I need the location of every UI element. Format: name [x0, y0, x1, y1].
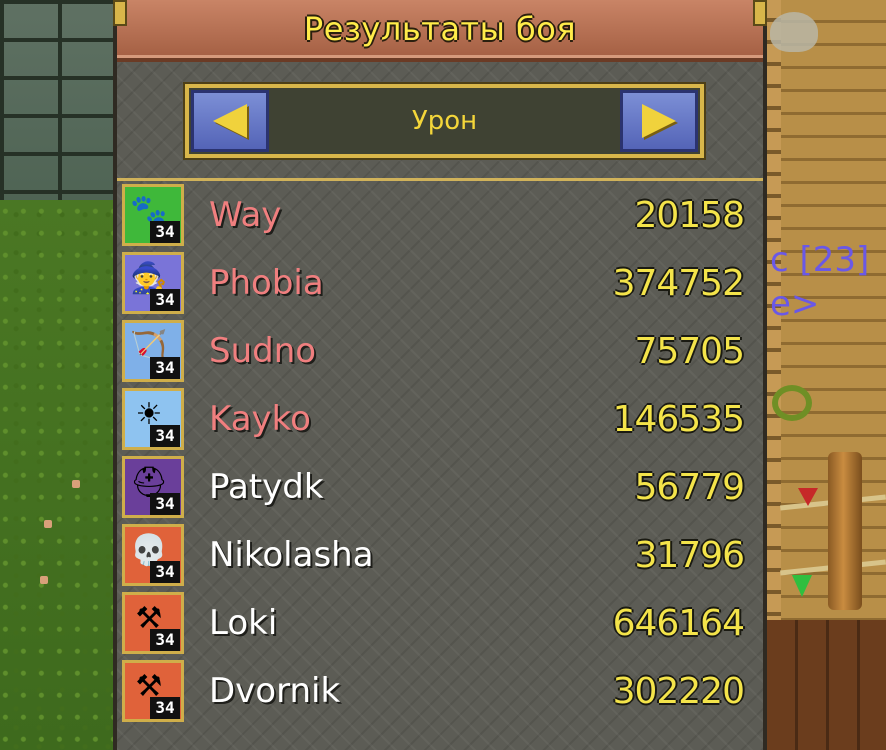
title-bar: Результаты боя [117, 0, 763, 62]
stat-selector-label: Урон [411, 106, 478, 136]
results-list: 🐾 34 Way 20158 🧙 34 Phobia 374752 🏹 34 S… [117, 181, 763, 725]
player-name: Way [209, 195, 282, 235]
helmet-icon: ⛑ 34 [122, 456, 184, 518]
player-name: Phobia [209, 263, 324, 303]
level-badge: 34 [150, 289, 180, 311]
player-row[interactable]: 🧙 34 Phobia 374752 [117, 249, 763, 317]
damage-value: 75705 [634, 330, 745, 372]
panel-title: Результаты боя [303, 10, 577, 48]
mace-icon: ⚒ 34 [122, 592, 184, 654]
wreath-decoration [772, 385, 812, 421]
skull-icon: 💀 34 [122, 524, 184, 586]
player-name: Kayko [209, 399, 311, 439]
damage-value: 302220 [612, 670, 745, 712]
background-player-label: c [23] [770, 240, 870, 280]
player-name: Nikolasha [209, 535, 374, 575]
damage-value: 374752 [612, 262, 745, 304]
level-badge: 34 [150, 357, 180, 379]
paw-icon: 🐾 34 [122, 184, 184, 246]
player-row[interactable]: ☀ 34 Kayko 146535 [117, 385, 763, 453]
player-row[interactable]: 💀 34 Nikolasha 31796 [117, 521, 763, 589]
player-name: Sudno [209, 331, 317, 371]
wizard-hat-icon: 🧙 34 [122, 252, 184, 314]
player-row[interactable]: ⚒ 34 Dvornik 302220 [117, 657, 763, 725]
next-stat-button[interactable] [620, 90, 698, 152]
level-badge: 34 [150, 221, 180, 243]
sun-icon: ☀ 34 [122, 388, 184, 450]
player-name: Loki [209, 603, 278, 643]
player-name: Dvornik [209, 671, 341, 711]
damage-value: 31796 [634, 534, 745, 576]
level-badge: 34 [150, 561, 180, 583]
damage-value: 20158 [634, 194, 745, 236]
background-player-tag: e> [770, 284, 820, 324]
level-badge: 34 [150, 697, 180, 719]
flower-decoration [40, 576, 48, 584]
player-row[interactable]: 🐾 34 Way 20158 [117, 181, 763, 249]
wooden-post [828, 452, 862, 610]
arrow-left-icon [213, 104, 247, 138]
damage-value: 56779 [634, 466, 745, 508]
corner-ornament-right [753, 0, 767, 26]
damage-value: 146535 [612, 398, 745, 440]
corner-ornament-left [113, 0, 127, 26]
level-badge: 34 [150, 629, 180, 651]
level-badge: 34 [150, 493, 180, 515]
flower-decoration [44, 520, 52, 528]
stone-wall [0, 0, 115, 200]
skull-decoration [770, 12, 818, 52]
stat-selector: Урон [185, 84, 704, 158]
battle-results-panel: Результаты боя Урон 🐾 34 Way 20158 🧙 34 … [113, 0, 767, 750]
previous-stat-button[interactable] [191, 90, 269, 152]
player-row[interactable]: 🏹 34 Sudno 75705 [117, 317, 763, 385]
player-row[interactable]: ⛑ 34 Patydk 56779 [117, 453, 763, 521]
wooden-floor [767, 620, 886, 750]
player-row[interactable]: ⚒ 34 Loki 646164 [117, 589, 763, 657]
mace-icon: ⚒ 34 [122, 660, 184, 722]
bow-icon: 🏹 34 [122, 320, 184, 382]
red-flag-decoration [798, 488, 818, 506]
level-badge: 34 [150, 425, 180, 447]
player-name: Patydk [209, 467, 324, 507]
damage-value: 646164 [612, 602, 745, 644]
arrow-right-icon [642, 104, 676, 138]
green-flag-decoration [792, 575, 812, 597]
flower-decoration [72, 480, 80, 488]
